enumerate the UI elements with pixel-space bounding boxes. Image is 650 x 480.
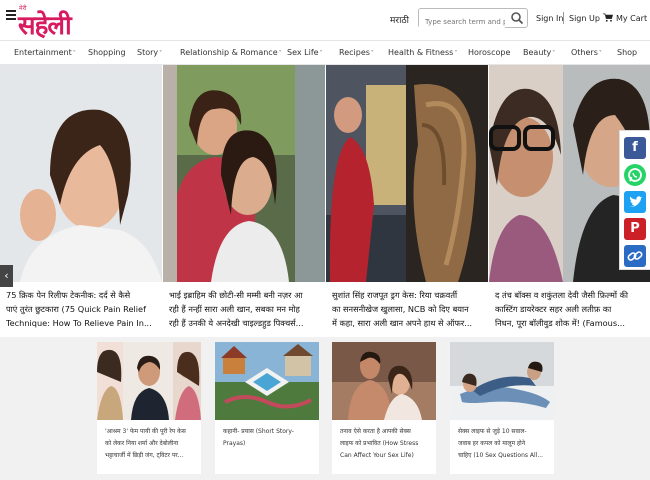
featured-carousel: 75 क्रिक पेन रिलीफ टेकनीक: दर्द से कैसे …	[0, 65, 650, 337]
article-card-caption[interactable]: सेक्स लाइफ से जुड़े 10 सवाल- जवाब हर कपल…	[458, 426, 548, 462]
article-card[interactable]: कहानी- प्रयास (Short Story- Prayas)	[215, 342, 319, 474]
chevron-down-icon: ˅	[159, 50, 163, 57]
article-card-caption[interactable]: कहानी- प्रयास (Short Story- Prayas)	[223, 426, 313, 450]
article-caption[interactable]: द तंच बॉक्स व शकुंतला देवी जैसी फ़िल्मों…	[495, 288, 645, 332]
article-card-image[interactable]	[215, 342, 319, 420]
article-caption[interactable]: सुशांत सिंह राजपूत ड्रग केस: रिया चक्रवर…	[332, 288, 488, 332]
article-card-image[interactable]	[450, 342, 554, 420]
cart-link[interactable]: My Cart	[616, 14, 647, 23]
search-box	[418, 8, 528, 31]
sign-up-link[interactable]: Sign Up	[569, 14, 600, 23]
hamburger-menu-icon[interactable]	[6, 10, 16, 20]
social-share-bar: f P	[619, 130, 650, 270]
nav-item-shopping[interactable]: Shopping	[88, 48, 126, 57]
header-divider	[563, 12, 564, 24]
nav-item-shop[interactable]: Shop	[617, 48, 637, 57]
chevron-down-icon: ˅	[552, 50, 556, 57]
article-card-image[interactable]	[332, 342, 436, 420]
cart-icon[interactable]	[603, 13, 613, 22]
article-caption[interactable]: भाई इब्राहिम की छोटी-सी मम्मी बनी नज़र आ…	[169, 288, 325, 332]
chevron-down-icon: ˅	[72, 50, 76, 57]
article-card-image[interactable]	[97, 342, 201, 420]
nav-item-others[interactable]: Others˅	[571, 48, 602, 57]
main-navigation: Entertainment˅ Shopping Story˅ Relations…	[0, 40, 650, 65]
nav-item-horoscope[interactable]: Horoscope	[468, 48, 510, 57]
language-link[interactable]: मराठी	[390, 13, 409, 26]
nav-item-sex-life[interactable]: Sex Life˅	[287, 48, 323, 57]
carousel-slide[interactable]: 75 क्रिक पेन रिलीफ टेकनीक: दर्द से कैसे …	[0, 65, 162, 337]
site-logo[interactable]: मेरी सहेली	[18, 2, 88, 41]
article-card[interactable]: 'आश्रम 3' फेम पायी की पूरी रेप केस को ले…	[97, 342, 201, 474]
chevron-down-icon: ˅	[370, 50, 374, 57]
carousel-slide[interactable]: भाई इब्राहिम की छोटी-सी मम्मी बनी नज़र आ…	[163, 65, 325, 337]
carousel-prev-button[interactable]: ‹	[0, 265, 13, 287]
search-input[interactable]	[419, 13, 505, 31]
nav-item-relationship[interactable]: Relationship & Romance˅	[180, 48, 282, 57]
nav-item-entertainment[interactable]: Entertainment˅	[14, 48, 76, 57]
chevron-left-icon: ‹	[4, 269, 9, 282]
chevron-down-icon: ˅	[278, 50, 282, 57]
chevron-down-icon: ˅	[598, 50, 602, 57]
whatsapp-icon[interactable]	[624, 164, 646, 186]
link-icon[interactable]	[624, 245, 646, 267]
article-image[interactable]	[163, 65, 325, 282]
chevron-down-icon: ˅	[454, 50, 458, 57]
chevron-down-icon: ˅	[319, 50, 323, 57]
search-icon[interactable]	[510, 11, 524, 25]
article-image[interactable]	[326, 65, 488, 282]
facebook-icon[interactable]: f	[624, 137, 646, 159]
article-card-caption[interactable]: 'आश्रम 3' फेम पायी की पूरी रेप केस को ले…	[105, 426, 195, 462]
twitter-icon[interactable]	[624, 191, 646, 213]
nav-item-beauty[interactable]: Beauty˅	[523, 48, 555, 57]
site-header: मेरी सहेली मराठी Sign In Sign Up My Cart	[0, 0, 650, 41]
nav-item-health-fitness[interactable]: Health & Fitness˅	[388, 48, 457, 57]
article-card[interactable]: सेक्स लाइफ से जुड़े 10 सवाल- जवाब हर कपल…	[450, 342, 554, 474]
article-card-caption[interactable]: तनाव ऐसे करता है आपकी सेक्स लाइफ को प्रभ…	[340, 426, 430, 462]
pinterest-icon[interactable]: P	[624, 218, 646, 240]
article-card[interactable]: तनाव ऐसे करता है आपकी सेक्स लाइफ को प्रभ…	[332, 342, 436, 474]
nav-item-story[interactable]: Story˅	[137, 48, 162, 57]
article-image[interactable]	[0, 65, 162, 282]
article-caption[interactable]: 75 क्रिक पेन रिलीफ टेकनीक: दर्द से कैसे …	[6, 288, 158, 332]
sign-in-link[interactable]: Sign In	[536, 14, 563, 23]
nav-item-recipes[interactable]: Recipes˅	[339, 48, 374, 57]
logo-main-text: सहेली	[18, 11, 72, 41]
carousel-slide[interactable]: सुशांत सिंह राजपूत ड्रग केस: रिया चक्रवर…	[326, 65, 488, 337]
